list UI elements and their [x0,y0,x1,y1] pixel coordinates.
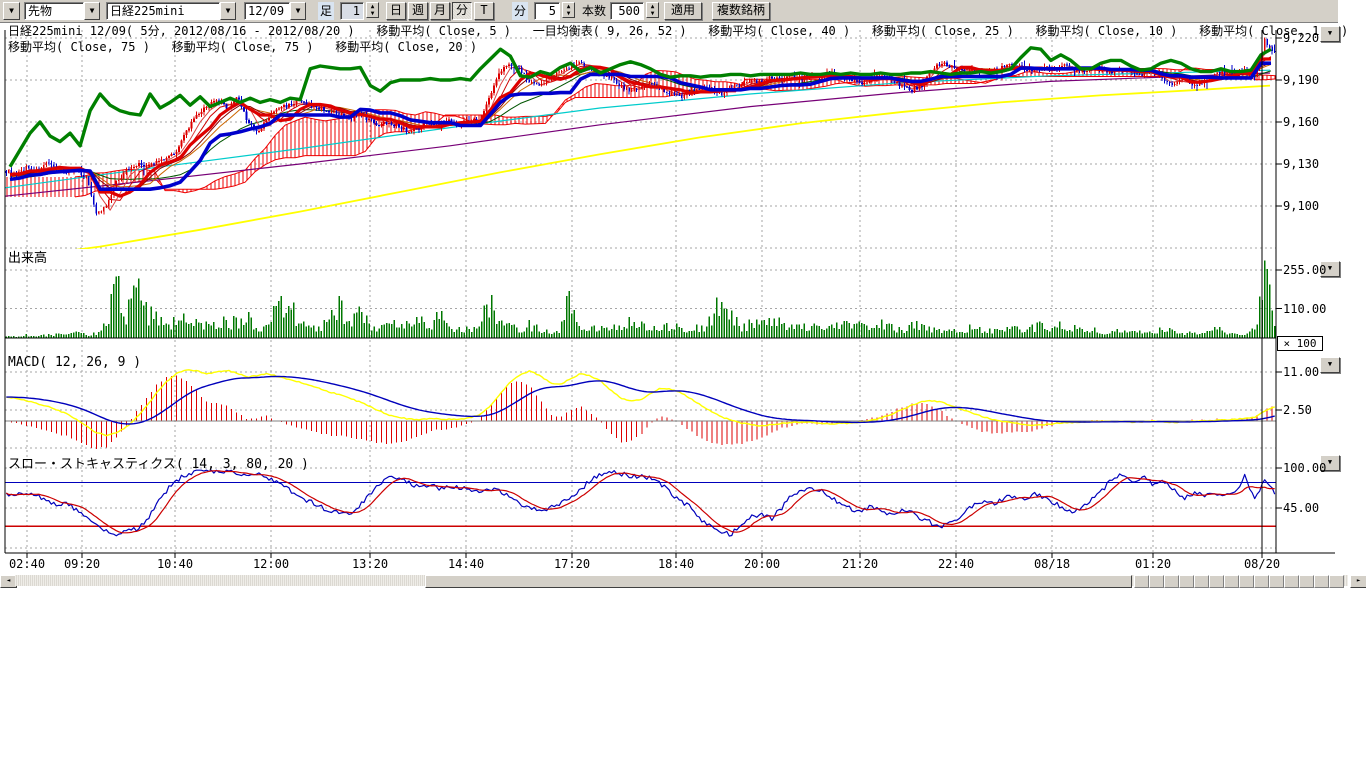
mini-button-stub[interactable] [1134,575,1149,588]
volume-pane-label: 出来高 [8,252,47,266]
time-tick-label: 14:40 [448,557,484,571]
stoch-tick-label: 45.00 [1283,501,1335,515]
time-tick-label: 02:40 [9,557,45,571]
macd-tick-label: 2.50 [1283,403,1335,417]
price-tick-label: 9,220 [1283,31,1335,45]
stochastics-pane-label: スロー・ストキャスティクス( 14, 3, 80, 20 ) [8,458,309,472]
mini-button-stub[interactable] [1314,575,1329,588]
time-tick-label: 18:40 [658,557,694,571]
chart-application-window: ▼ 先物 ▼ 日経225mini ▼ 12/09 ▼ 足 1 ▲▼ 日 週 月 … [0,0,1366,768]
time-tick-label: 10:40 [157,557,193,571]
price-tick-label: 9,130 [1283,157,1335,171]
time-tick-label: 20:00 [744,557,780,571]
mini-button-stub[interactable] [1299,575,1314,588]
mini-button-stub[interactable] [1179,575,1194,588]
time-tick-label: 08/20 [1244,557,1280,571]
mini-button-stub[interactable] [1194,575,1209,588]
time-tick-label: 21:20 [842,557,878,571]
chart-title-indicators-line1: 日経225mini 12/09( 5分, 2012/08/16 - 2012/0… [8,24,1348,38]
arrow-left-icon: ◄ [7,577,11,584]
scrollbar-thumb[interactable] [425,575,1132,588]
horizontal-scrollbar: ◄ ► [0,575,1366,586]
time-tick-label: 09:20 [64,557,100,571]
mini-button-stub[interactable] [1269,575,1284,588]
time-tick-label: 17:20 [554,557,590,571]
chart-canvas [0,0,1366,585]
price-tick-label: 9,160 [1283,115,1335,129]
stoch-tick-label: 100.00 [1283,461,1335,475]
mini-button-stub[interactable] [1254,575,1269,588]
mini-button-stub[interactable] [1239,575,1254,588]
mini-button-stub[interactable] [1149,575,1164,588]
chart-indicators-line2: 移動平均( Close, 75 ) 移動平均( Close, 75 ) 移動平均… [8,40,477,54]
macd-pane-label: MACD( 12, 26, 9 ) [8,356,141,370]
arrow-right-icon: ► [1357,577,1361,584]
time-tick-label: 12:00 [253,557,289,571]
mini-button-stub[interactable] [1284,575,1299,588]
mini-button-stub[interactable] [1329,575,1344,588]
time-tick-label: 13:20 [352,557,388,571]
macd-tick-label: 11.00 [1283,365,1335,379]
time-tick-label: 01:20 [1135,557,1171,571]
mini-button-stub[interactable] [1209,575,1224,588]
mini-button-stub[interactable] [1164,575,1179,588]
scroll-right-button[interactable]: ► [1350,575,1366,588]
price-tick-label: 9,190 [1283,73,1335,87]
mini-button-stub[interactable] [1224,575,1239,588]
price-tick-label: 9,100 [1283,199,1335,213]
volume-tick-label: 110.00 [1283,302,1335,316]
volume-scale-multiplier: × 100 [1277,336,1323,351]
time-tick-label: 08/18 [1034,557,1070,571]
volume-tick-label: 255.00 [1283,263,1335,277]
time-tick-label: 22:40 [938,557,974,571]
